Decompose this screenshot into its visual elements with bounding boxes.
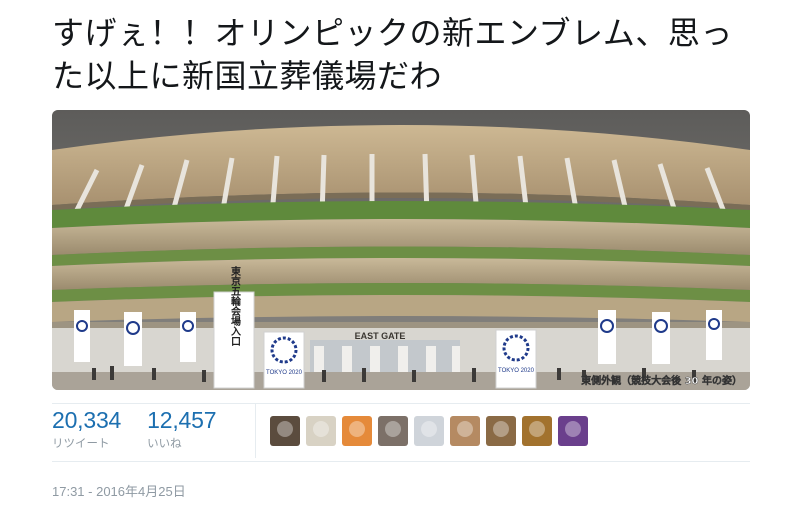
avatar-face-icon <box>493 421 509 437</box>
avatar-7[interactable] <box>486 416 516 446</box>
svg-text:TOKYO 2020: TOKYO 2020 <box>498 368 535 374</box>
svg-text:TOKYO 2020: TOKYO 2020 <box>266 370 303 376</box>
emblem-sign-left: TOKYO 2020 <box>263 331 305 389</box>
gate-text: EAST GATE <box>355 331 406 341</box>
likes-count[interactable]: 12,457 <box>147 408 216 432</box>
avatar-face-icon <box>385 421 401 437</box>
retweets-label: リツイート <box>52 436 110 450</box>
avatar-face-icon <box>565 421 581 437</box>
avatar-face-icon <box>421 421 437 437</box>
retweets-count[interactable]: 20,334 <box>52 408 121 432</box>
avatar-face-icon <box>529 421 545 437</box>
tweet-text-line-1: すげぇ！！オリンピックの新エンブレム、思っ <box>52 14 733 52</box>
engagement-stats: 20,334 リツイート 12,457 いいね <box>52 408 242 452</box>
tweet-timestamp[interactable]: 17:31 - 2016年4月25日 <box>52 481 186 500</box>
signboard-text: 東京五輪会場入口 <box>229 265 241 346</box>
avatar-8[interactable] <box>522 416 552 446</box>
likes-stat[interactable]: 12,457 いいね <box>147 408 216 451</box>
avatar-3[interactable] <box>342 416 372 446</box>
avatar-9[interactable] <box>558 416 588 446</box>
stats-separator <box>255 404 256 458</box>
avatar-6[interactable] <box>450 416 480 446</box>
emblem-sign-right: TOKYO 2020 <box>495 329 537 389</box>
avatar-4[interactable] <box>378 416 408 446</box>
avatar-1[interactable] <box>270 416 300 446</box>
avatar-face-icon <box>313 421 329 437</box>
avatar-2[interactable] <box>306 416 336 446</box>
divider-bottom <box>52 461 750 462</box>
avatar-face-icon <box>277 421 293 437</box>
avatar-face-icon <box>457 421 473 437</box>
retweets-stat[interactable]: 20,334 リツイート <box>52 408 121 451</box>
tweet-text: すげぇ！！オリンピックの新エンブレム、思っ た以上に新国立葬儀場だわ <box>52 12 782 98</box>
likes-label: いいね <box>147 436 182 450</box>
avatar-face-icon <box>349 421 365 437</box>
tweet-text-line-2: た以上に新国立葬儀場だわ <box>52 57 443 95</box>
photo-caption: 東側外観（競技大会後 30 年の姿） <box>581 374 742 387</box>
tweet-photo[interactable]: EAST GATE 東京五輪会場入口 TOKYO 2020 TOKYO 2020… <box>52 110 750 390</box>
liker-avatars <box>270 416 594 446</box>
divider-top <box>52 403 750 404</box>
avatar-5[interactable] <box>414 416 444 446</box>
